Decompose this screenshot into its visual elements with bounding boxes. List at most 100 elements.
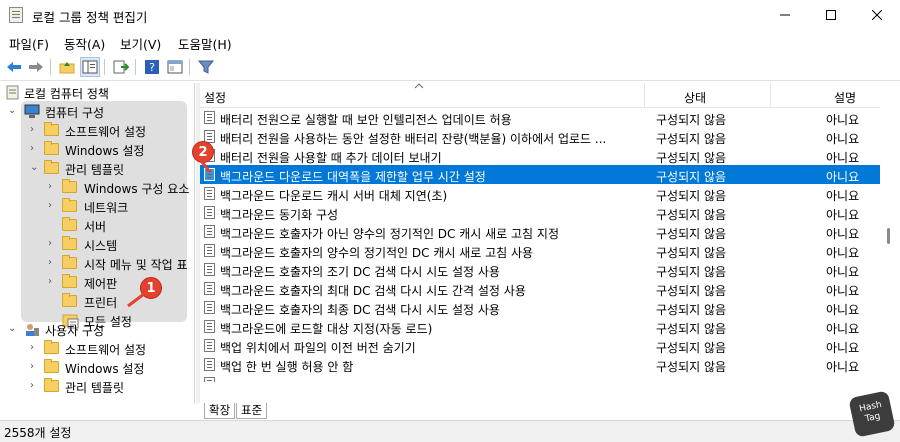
list-header: 설정 상태 설명 [200, 83, 880, 108]
menu-help[interactable]: 도움말(H) [178, 34, 232, 53]
tree-item-software-settings[interactable]: › 소프트웨어 설정 [0, 121, 194, 140]
show-hide-tree-button[interactable] [80, 57, 100, 77]
tree-item-computer-config[interactable]: ⌄ 컴퓨터 구성 [0, 102, 194, 121]
policy-row[interactable]: 백그라운드 호출자의 조기 DC 검색 다시 시도 설정 사용 구성되지 않음 … [200, 260, 880, 279]
chevron-right-icon[interactable]: › [30, 342, 40, 354]
folder-icon [44, 122, 59, 136]
tree-item-local-computer-policy[interactable]: 로컬 컴퓨터 정책 [0, 83, 194, 102]
toolbar-separator [50, 59, 51, 75]
folder-icon [62, 274, 77, 288]
policy-row[interactable]: 백그라운드 동기화 구성 구성되지 않음 아니요 [200, 203, 880, 222]
chevron-down-icon[interactable]: ⌄ [8, 323, 18, 335]
chevron-right-icon[interactable]: › [48, 238, 58, 250]
setting-comment: 아니요 [826, 189, 860, 203]
policy-setting-icon [204, 320, 215, 333]
column-divider[interactable] [770, 83, 771, 108]
policy-row[interactable]: 백그라운드 호출자의 최대 DC 검색 다시 시도 간격 설정 사용 구성되지 … [200, 279, 880, 298]
tree-item-control-panel[interactable]: › 제어판 [0, 273, 194, 292]
maximize-button[interactable] [808, 0, 854, 30]
filter-icon [198, 60, 214, 74]
setting-state: 구성되지 않음 [656, 227, 727, 241]
forward-icon [29, 62, 43, 72]
menu-view[interactable]: 보기(V) [120, 34, 161, 53]
tree-item-admin-templates[interactable]: ⌄ 관리 템플릿 [0, 159, 194, 178]
chevron-right-icon[interactable]: › [48, 200, 58, 212]
policy-setting-icon [204, 358, 215, 371]
column-header-setting[interactable]: 설정 [204, 89, 226, 106]
minimize-button[interactable] [762, 0, 808, 30]
setting-name: 백그라운드 호출자의 최종 DC 검색 다시 시도 설정 사용 [220, 303, 500, 317]
user-icon [26, 324, 39, 336]
tree-label: 제어판 [84, 277, 118, 291]
policy-row[interactable]: 백그라운드 호출자의 양수의 정기적인 DC 캐시 새로 고침 사용 구성되지 … [200, 241, 880, 260]
callout-arrow-icon [200, 161, 212, 173]
tree-item-server[interactable]: 서버 [0, 216, 194, 235]
up-folder-button[interactable] [57, 57, 77, 77]
policy-row[interactable]: 백업 한 번 실행 허용 안 함 구성되지 않음 아니요 [200, 355, 880, 374]
policy-row[interactable]: 백업 위치에서 파일의 이전 버전 숨기기 구성되지 않음 아니요 [200, 336, 880, 355]
setting-name: 백업 한 번 실행 허용 안 함 [220, 360, 354, 374]
setting-state: 구성되지 않음 [656, 170, 727, 184]
tree-label: 서버 [84, 220, 107, 234]
tree-item-printers[interactable]: 프린터 [0, 292, 194, 311]
policy-row[interactable]: 배터리 전원을 사용할 때 추가 데이터 보내기 구성되지 않음 아니요 [200, 146, 880, 165]
forward-button[interactable] [26, 57, 46, 77]
policy-row[interactable]: 배터리 전원을 사용하는 동안 설정한 배터리 잔량(백분율) 이하에서 업로드… [200, 127, 880, 146]
policy-row[interactable]: 배터리 전원으로 실행할 때 보안 인텔리전스 업데이트 허용 구성되지 않음 … [200, 108, 880, 127]
tree-item-network[interactable]: › 네트워크 [0, 197, 194, 216]
tree-item-user-config[interactable]: ⌄ 사용자 구성 [0, 320, 194, 339]
policy-row[interactable]: 백그라운드 호출자가 아닌 양수의 정기적인 DC 캐시 새로 고침 지정 구성… [200, 222, 880, 241]
chevron-right-icon[interactable]: › [30, 361, 40, 373]
tree-item-user-admin-templates[interactable]: › 관리 템플릿 [0, 377, 194, 396]
setting-state: 구성되지 않음 [656, 151, 727, 165]
scrollbar-thumb[interactable] [887, 228, 890, 244]
tree-item-system[interactable]: › 시스템 [0, 235, 194, 254]
tab-extended[interactable]: 확장 [204, 403, 236, 419]
chevron-right-icon[interactable]: › [30, 380, 40, 392]
back-icon [7, 62, 21, 72]
chevron-right-icon[interactable]: › [30, 124, 40, 136]
chevron-right-icon[interactable]: › [48, 181, 58, 193]
policy-row-selected[interactable]: 백그라운드 다운로드 대역폭을 제한할 업무 시간 설정 구성되지 않음 아니요 [200, 165, 880, 184]
toolbar-separator [189, 59, 190, 75]
policy-row[interactable]: 백그라운드에 로드할 대상 지정(자동 로드) 구성되지 않음 아니요 [200, 317, 880, 336]
export-list-button[interactable] [111, 57, 131, 77]
folder-icon [62, 217, 77, 231]
policy-row-partial[interactable] [200, 374, 880, 382]
tree-item-start-menu-taskbar[interactable]: › 시작 메뉴 및 작업 표 [0, 254, 194, 273]
setting-name: 백그라운드에 로드할 대상 지정(자동 로드) [220, 322, 433, 336]
chevron-down-icon[interactable]: ⌄ [8, 105, 18, 117]
chevron-right-icon[interactable]: › [48, 276, 58, 288]
setting-state: 구성되지 않음 [656, 341, 727, 355]
folder-icon [44, 378, 59, 392]
close-button[interactable] [854, 0, 900, 30]
column-header-state[interactable]: 상태 [684, 89, 706, 106]
policy-icon [6, 85, 19, 100]
status-bar: 2558개 설정 [0, 420, 900, 442]
policy-row[interactable]: 백그라운드 호출자의 최종 DC 검색 다시 시도 설정 사용 구성되지 않음 … [200, 298, 880, 317]
back-button[interactable] [4, 57, 24, 77]
chevron-right-icon[interactable]: › [30, 143, 40, 155]
column-header-comment[interactable]: 설명 [834, 89, 856, 106]
chevron-down-icon[interactable]: ⌄ [30, 162, 40, 174]
tree-item-user-windows-settings[interactable]: › Windows 설정 [0, 358, 194, 377]
tree-item-windows-components[interactable]: › Windows 구성 요소 [0, 178, 194, 197]
help-button[interactable]: ? [142, 57, 162, 77]
chevron-right-icon[interactable]: › [48, 257, 58, 269]
status-text: 2558개 설정 [4, 426, 72, 440]
filter-button[interactable] [196, 57, 216, 77]
column-divider[interactable] [644, 83, 645, 108]
export-list-icon [113, 60, 129, 74]
folder-icon [62, 236, 77, 250]
tree-item-user-software-settings[interactable]: › 소프트웨어 설정 [0, 339, 194, 358]
menu-action[interactable]: 동작(A) [64, 34, 105, 53]
view-button[interactable] [165, 57, 185, 77]
tree-item-windows-settings[interactable]: › Windows 설정 [0, 140, 194, 159]
policy-row[interactable]: 백그라운드 다운로드 캐시 서버 대체 지연(초) 구성되지 않음 아니요 [200, 184, 880, 203]
vertical-scrollbar[interactable] [880, 108, 897, 403]
policy-setting-icon [204, 187, 215, 200]
tree-label: 소프트웨어 설정 [65, 343, 147, 357]
tab-standard[interactable]: 표준 [236, 403, 268, 419]
menu-file[interactable]: 파일(F) [9, 34, 49, 53]
setting-name: 백그라운드 동기화 구성 [220, 208, 339, 222]
